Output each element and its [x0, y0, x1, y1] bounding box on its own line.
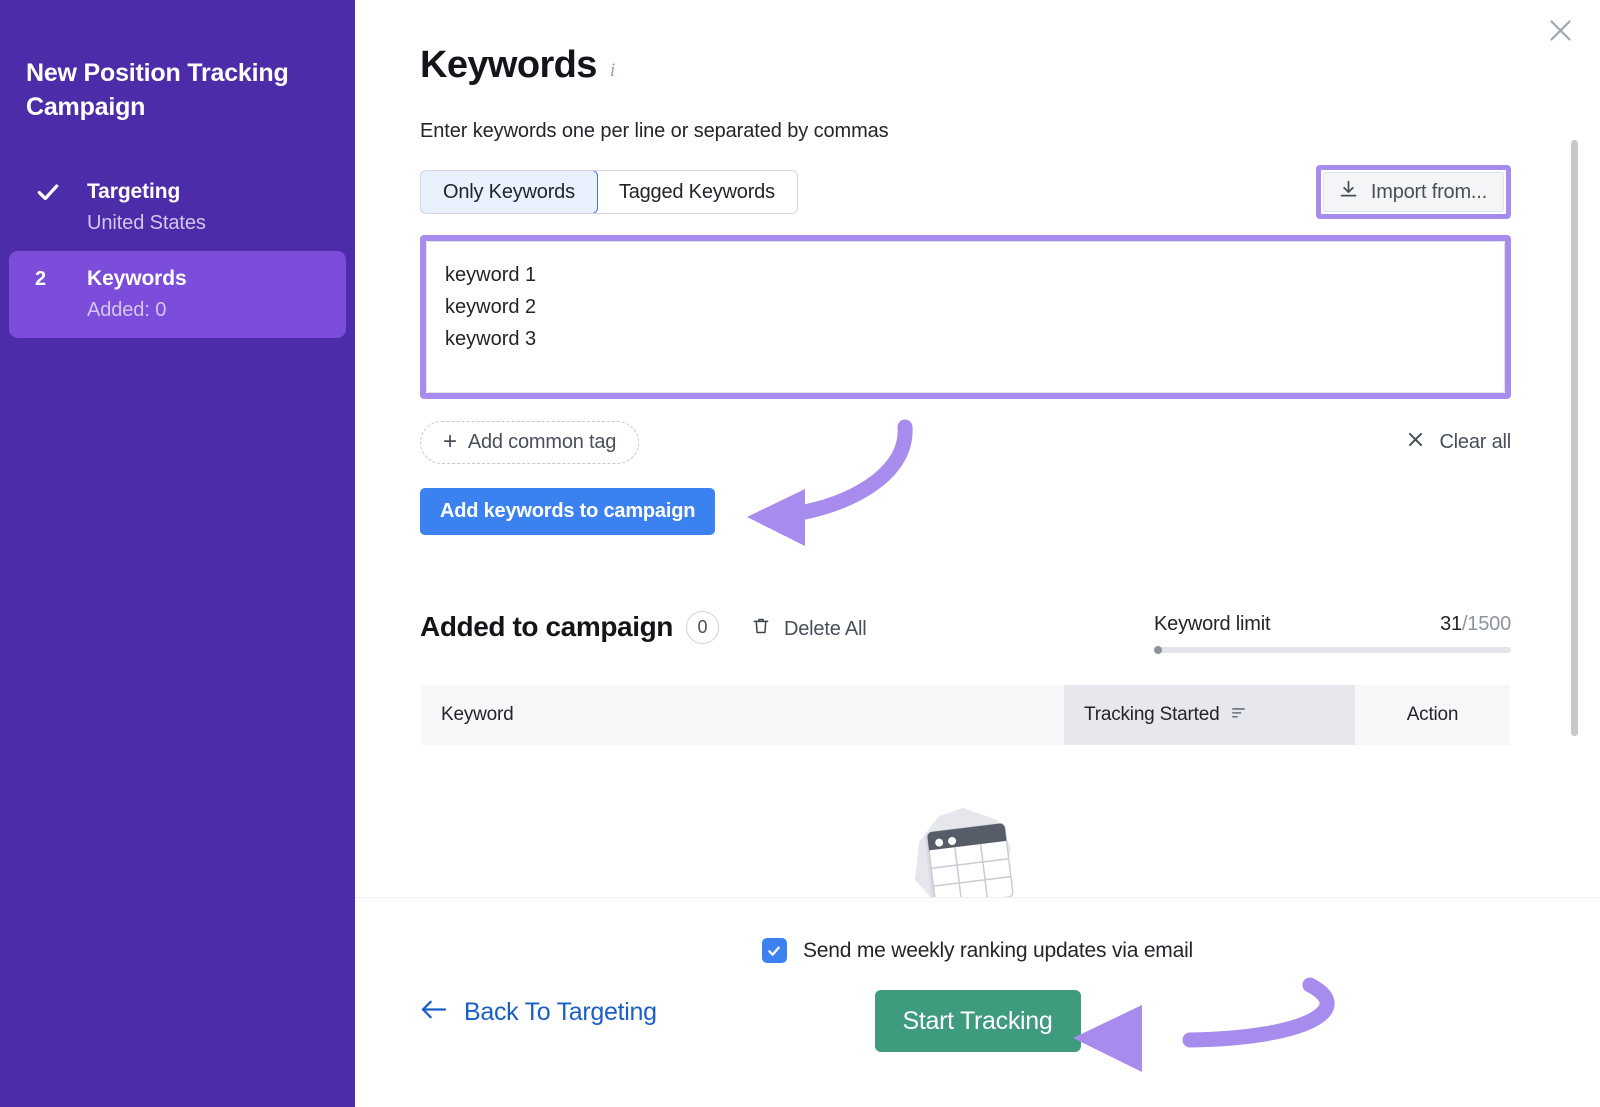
footer-actions: Back To Targeting Start Tracking: [355, 990, 1600, 1052]
delete-all-button[interactable]: Delete All: [751, 615, 867, 643]
tab-only-keywords[interactable]: Only Keywords: [420, 170, 598, 214]
new-position-tracking-campaign-modal: New Position Tracking Campaign Targeting…: [0, 0, 1600, 1107]
modal-footer: Send me weekly ranking updates via email…: [355, 897, 1600, 1107]
sidebar-step-sub-targeting: United States: [35, 212, 326, 235]
step-head-keywords: 2 Keywords: [35, 264, 326, 294]
keyword-limit-value: 31/1500: [1440, 613, 1511, 636]
campaign-steps: Targeting United States 2 Keywords Added…: [0, 164, 355, 338]
keywords-textarea-highlight: [420, 235, 1511, 399]
keyword-mode-segmented-control: Only Keywords Tagged Keywords: [420, 170, 798, 214]
tag-and-clear-row: + Add common tag Clear all: [420, 421, 1511, 464]
keywords-input[interactable]: [426, 241, 1505, 393]
campaign-sidebar: New Position Tracking Campaign Targeting…: [0, 0, 355, 1107]
import-from-highlight: Import from...: [1316, 165, 1511, 219]
page-title-row: Keywords i: [420, 44, 1600, 87]
keywords-panel: Keywords i Enter keywords one per line o…: [355, 0, 1600, 1107]
keyword-limit-label: Keyword limit: [1154, 613, 1270, 636]
add-keywords-to-campaign-button[interactable]: Add keywords to campaign: [420, 488, 715, 535]
added-to-campaign-row: Added to campaign 0 Delete All Keyword: [420, 611, 1511, 653]
import-from-button[interactable]: Import from...: [1323, 172, 1504, 212]
add-common-tag-label: Add common tag: [468, 431, 616, 454]
download-icon: [1338, 179, 1359, 206]
sidebar-step-label-keywords: Keywords: [87, 267, 187, 291]
plus-icon: +: [443, 430, 457, 454]
page-title: Keywords: [420, 44, 597, 87]
keyword-limit-progressbar: [1154, 647, 1511, 653]
keyword-limit-total: /1500: [1462, 613, 1511, 635]
keywords-tab-row: Only Keywords Tagged Keywords Imp: [420, 165, 1600, 219]
sidebar-step-label-targeting: Targeting: [87, 180, 180, 204]
added-keywords-table-header: Keyword Tracking Started Action: [420, 684, 1511, 746]
back-to-targeting-label: Back To Targeting: [464, 998, 657, 1027]
delete-all-label: Delete All: [784, 618, 867, 641]
step-number-2: 2: [35, 268, 87, 291]
table-column-tracking-started[interactable]: Tracking Started: [1064, 685, 1355, 745]
clear-all-button[interactable]: Clear all: [1406, 430, 1511, 455]
keyword-limit-widget: Keyword limit 31/1500: [1154, 611, 1511, 653]
keywords-content: Keywords i Enter keywords one per line o…: [355, 0, 1600, 922]
tab-tagged-keywords[interactable]: Tagged Keywords: [597, 171, 797, 213]
sort-icon: [1230, 704, 1247, 727]
check-icon: [35, 179, 87, 205]
keyword-limit-progress-marker: [1154, 646, 1162, 654]
table-column-keyword[interactable]: Keyword: [421, 685, 1064, 745]
weekly-updates-label: Send me weekly ranking updates via email: [803, 939, 1193, 963]
sidebar-step-targeting[interactable]: Targeting United States: [9, 164, 346, 251]
content-scrollbar[interactable]: [1571, 140, 1578, 736]
step-head-targeting: Targeting: [35, 177, 326, 207]
keyword-limit-used: 31: [1440, 613, 1462, 635]
add-common-tag-button[interactable]: + Add common tag: [420, 421, 639, 464]
keyword-limit-head: Keyword limit 31/1500: [1154, 613, 1511, 636]
table-column-tracking-started-label: Tracking Started: [1084, 704, 1220, 726]
campaign-title: New Position Tracking Campaign: [0, 0, 355, 124]
added-count-badge: 0: [686, 611, 719, 644]
weekly-updates-row: Send me weekly ranking updates via email: [355, 898, 1600, 963]
import-from-label: Import from...: [1371, 181, 1487, 204]
start-tracking-button[interactable]: Start Tracking: [874, 990, 1080, 1052]
close-icon: [1406, 430, 1425, 455]
info-icon[interactable]: i: [610, 60, 615, 82]
trash-icon: [751, 615, 771, 643]
sidebar-step-sub-keywords: Added: 0: [35, 299, 326, 322]
weekly-updates-checkbox[interactable]: [762, 938, 787, 963]
added-to-campaign-title: Added to campaign: [420, 611, 673, 643]
arrow-left-icon: [420, 998, 447, 1027]
table-column-action: Action: [1355, 685, 1510, 745]
sidebar-step-keywords[interactable]: 2 Keywords Added: 0: [9, 251, 346, 338]
back-to-targeting-button[interactable]: Back To Targeting: [420, 998, 657, 1027]
keywords-subtitle: Enter keywords one per line or separated…: [420, 120, 1600, 143]
clear-all-label: Clear all: [1439, 431, 1511, 454]
